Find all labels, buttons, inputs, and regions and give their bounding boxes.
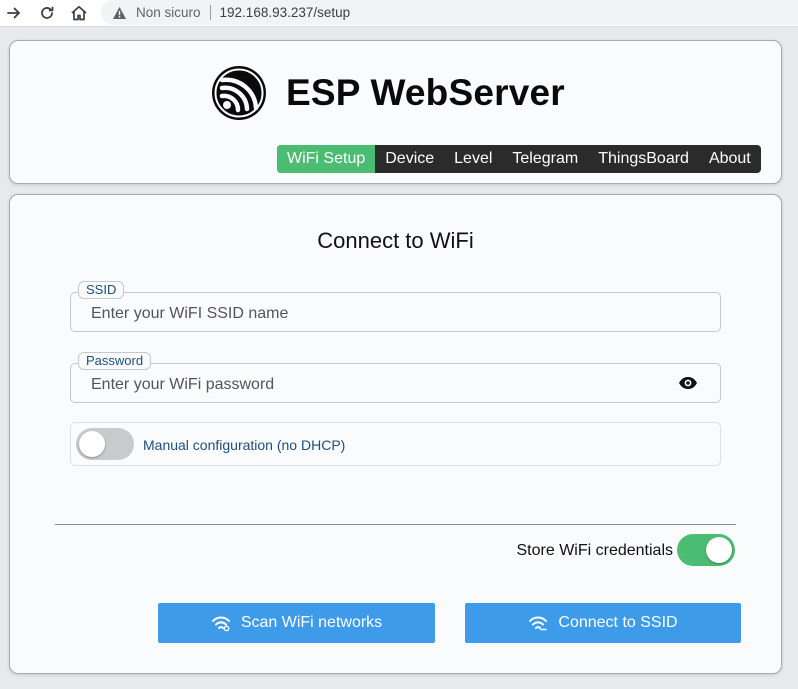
ssid-label: SSID <box>78 281 125 299</box>
scan-wifi-label: Scan WiFi networks <box>240 614 383 631</box>
store-credentials-toggle[interactable] <box>677 534 735 566</box>
brand: ESP WebServer <box>210 64 565 122</box>
menu-item-device[interactable]: Device <box>375 145 444 173</box>
forward-button[interactable] <box>3 2 25 24</box>
address-bar[interactable]: Non sicuro 192.168.93.237/setup <box>101 0 798 25</box>
wifi-setup-card: Connect to WiFi SSID Password Manual con… <box>9 194 782 674</box>
manual-config-toggle[interactable] <box>76 428 134 460</box>
connect-ssid-button[interactable]: Connect to SSID <box>465 603 741 643</box>
home-button[interactable] <box>68 2 90 24</box>
store-credentials-label: Store WiFi credentials <box>516 542 674 559</box>
menu-item-wifi-setup[interactable]: WiFi Setup <box>277 145 376 173</box>
menu-item-about[interactable]: About <box>699 145 761 173</box>
ssid-input[interactable] <box>71 293 720 331</box>
browser-toolbar: Non sicuro 192.168.93.237/setup <box>0 0 798 27</box>
password-input[interactable] <box>71 364 720 402</box>
wifi-connect-icon <box>529 616 548 631</box>
reload-icon <box>41 6 54 19</box>
menu-item-level[interactable]: Level <box>444 145 502 173</box>
page-title: Connect to WiFi <box>317 228 474 253</box>
security-status: Non sicuro <box>136 5 201 20</box>
scan-wifi-button[interactable]: Scan WiFi networks <box>158 603 435 643</box>
warning-icon <box>111 5 127 21</box>
connect-ssid-label: Connect to SSID <box>558 614 678 631</box>
toggle-knob <box>79 431 105 457</box>
address-separator <box>209 5 211 20</box>
menu-item-telegram[interactable]: Telegram <box>502 145 588 173</box>
url-text: 192.168.93.237/setup <box>219 5 351 20</box>
reload-button[interactable] <box>36 2 58 24</box>
password-label: Password <box>78 352 152 370</box>
toggle-knob <box>706 537 732 563</box>
manual-config-row: Manual configuration (no DHCP) <box>70 422 721 466</box>
section-divider <box>55 524 736 525</box>
home-icon <box>71 5 87 21</box>
espressif-logo-icon <box>212 66 266 120</box>
wifi-search-icon <box>211 616 230 632</box>
password-field: Password <box>70 352 721 403</box>
app-title: ESP WebServer <box>286 72 565 113</box>
eye-icon[interactable] <box>678 374 698 392</box>
nav-menu: WiFi Setup Device Level Telegram ThingsB… <box>277 145 761 173</box>
manual-config-label: Manual configuration (no DHCP) <box>143 437 346 453</box>
ssid-field: SSID <box>70 281 721 332</box>
header-card: ESP WebServer WiFi Setup Device Level Te… <box>9 40 782 184</box>
forward-icon <box>7 7 20 19</box>
menu-item-thingsboard[interactable]: ThingsBoard <box>588 145 699 173</box>
